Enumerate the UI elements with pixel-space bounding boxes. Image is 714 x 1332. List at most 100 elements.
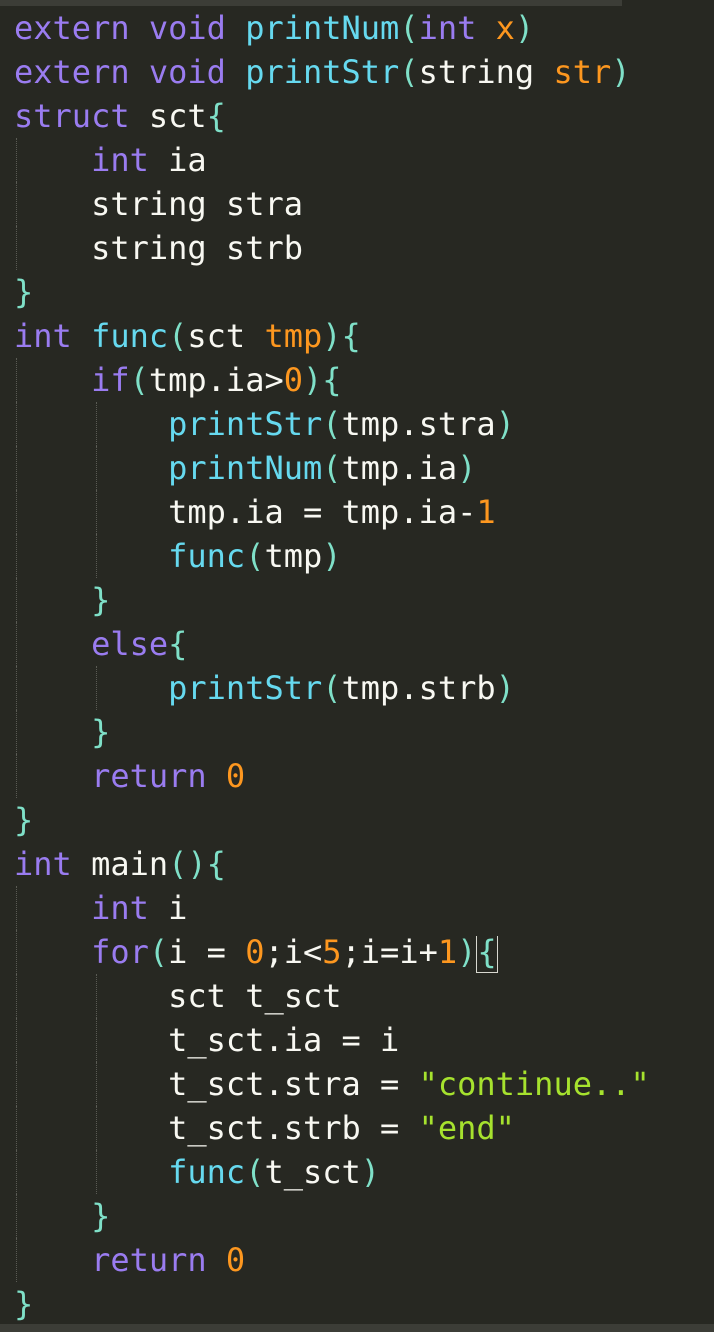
code-token: string strb	[14, 229, 303, 267]
code-token: extern	[14, 9, 130, 47]
indent-guide	[16, 358, 17, 402]
code-token: str	[553, 53, 612, 91]
code-token: 1	[437, 933, 458, 971]
code-line[interactable]: }	[14, 1194, 714, 1238]
indent-guide	[16, 182, 17, 226]
code-token: }	[91, 581, 111, 619]
code-line[interactable]: t_sct.ia = i	[14, 1018, 714, 1062]
code-line[interactable]: extern void printNum(int x)	[14, 6, 714, 50]
indent-guide	[16, 754, 17, 798]
code-line[interactable]: printStr(tmp.strb)	[14, 666, 714, 710]
indent-guide	[16, 578, 17, 622]
code-token: extern	[14, 53, 130, 91]
code-token: "end"	[418, 1109, 515, 1147]
code-line[interactable]: string strb	[14, 226, 714, 270]
code-token: for	[91, 933, 149, 971]
code-line[interactable]: return 0	[14, 1238, 714, 1282]
code-line[interactable]: int func(sct tmp){	[14, 314, 714, 358]
code-line[interactable]: printStr(tmp.stra)	[14, 402, 714, 446]
code-token: tmp.ia = tmp.ia-	[14, 493, 477, 531]
code-token: else	[91, 625, 169, 663]
code-line[interactable]: int i	[14, 886, 714, 930]
indent-guide	[16, 974, 17, 1018]
code-token: t_sct.stra =	[14, 1065, 419, 1103]
indent-guide	[16, 534, 17, 578]
code-token: string stra	[14, 185, 303, 223]
code-line[interactable]: func(tmp)	[14, 534, 714, 578]
code-line[interactable]: }	[14, 1282, 714, 1326]
code-line[interactable]: if(tmp.ia>0){	[14, 358, 714, 402]
code-token: )	[514, 9, 535, 47]
code-line[interactable]: int ia	[14, 138, 714, 182]
code-line[interactable]: else{	[14, 622, 714, 666]
code-line[interactable]: t_sct.strb = "end"	[14, 1106, 714, 1150]
code-line[interactable]: sct t_sct	[14, 974, 714, 1018]
indent-guide	[16, 666, 17, 710]
code-editor[interactable]: extern void printNum(int x) extern void p…	[0, 0, 714, 1332]
code-token: (	[399, 53, 419, 91]
horizontal-scrollbar[interactable]	[0, 1324, 714, 1332]
code-token: }	[91, 1197, 111, 1235]
code-token: (	[168, 317, 188, 355]
code-line[interactable]: }	[14, 798, 714, 842]
code-token: t_sct.strb =	[14, 1109, 419, 1147]
code-line[interactable]: func(t_sct)	[14, 1150, 714, 1194]
code-line[interactable]: tmp.ia = tmp.ia-1	[14, 490, 714, 534]
code-token: (	[168, 845, 188, 883]
code-token: i =	[168, 933, 246, 971]
code-line[interactable]: }	[14, 270, 714, 314]
code-token: sct	[187, 317, 265, 355]
code-line[interactable]: struct sct{	[14, 94, 714, 138]
indent-guide	[16, 1018, 17, 1062]
code-area[interactable]: extern void printNum(int x) extern void p…	[14, 6, 714, 1326]
indent-guide	[16, 1150, 17, 1194]
code-line[interactable]: string stra	[14, 182, 714, 226]
code-line[interactable]: printNum(tmp.ia)	[14, 446, 714, 490]
code-token: (	[322, 449, 342, 487]
code-line[interactable]: int main(){	[14, 842, 714, 886]
code-token: if	[91, 361, 130, 399]
code-line[interactable]: }	[14, 578, 714, 622]
code-token: 0	[283, 361, 303, 399]
indent-guide	[95, 446, 97, 490]
code-token: )	[495, 405, 515, 443]
code-line[interactable]: for(i = 0;i<5;i=i+1){	[14, 930, 714, 974]
code-token: tmp	[264, 537, 323, 575]
indent-guide	[16, 490, 17, 534]
code-token: {	[168, 625, 188, 663]
code-token: )	[495, 669, 515, 707]
code-line[interactable]: t_sct.stra = "continue.."	[14, 1062, 714, 1106]
code-token: t_sct	[264, 1153, 361, 1191]
code-token: tmp	[264, 317, 323, 355]
indent-guide	[95, 666, 97, 710]
cursor-brace: {	[476, 932, 498, 973]
code-token: }	[91, 713, 111, 751]
code-token: void	[148, 53, 226, 91]
code-line[interactable]: extern void printStr(string str)	[14, 50, 714, 94]
code-token: 5	[322, 933, 342, 971]
code-token: {	[341, 317, 361, 355]
code-token: (	[245, 1153, 265, 1191]
code-token: int	[418, 9, 477, 47]
code-token: {	[206, 845, 226, 883]
code-token: void	[148, 9, 226, 47]
code-line[interactable]: return 0	[14, 754, 714, 798]
code-token: func	[91, 317, 169, 355]
code-line[interactable]: }	[14, 710, 714, 754]
code-token: )	[302, 361, 323, 399]
